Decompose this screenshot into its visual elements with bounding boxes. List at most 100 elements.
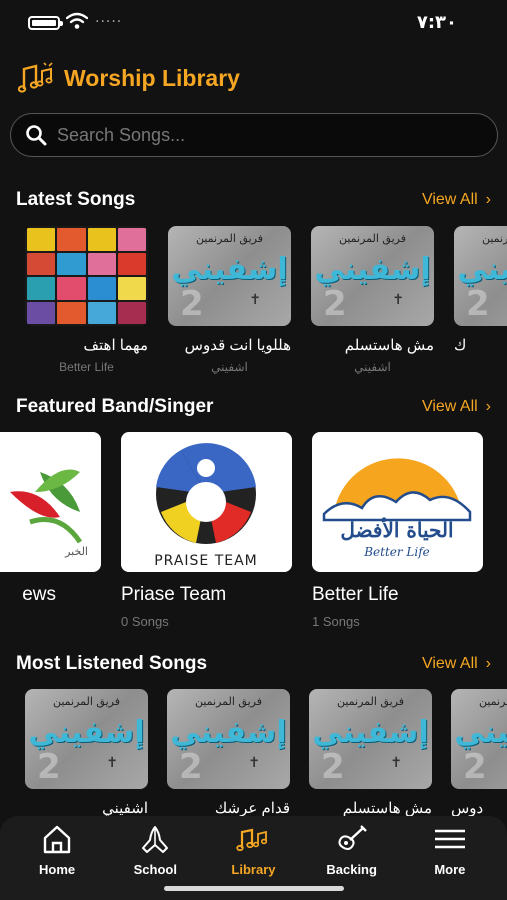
cross-icon: ✝ xyxy=(106,755,118,771)
band-card[interactable]: الحياة الأفضل Better Life Better Life 1 … xyxy=(312,432,483,629)
svg-text:الخبر: الخبر xyxy=(64,545,88,558)
cover-title-text: إشفيني xyxy=(28,715,145,750)
cover-title-text: إشفيني xyxy=(454,715,507,750)
cover-title-text: إشفيني xyxy=(457,252,507,287)
latest-songs-row[interactable]: مهما اهتف Better Life فريق المرنمين إشفي… xyxy=(0,226,507,376)
most-listened-header: Most Listened Songs View All › xyxy=(16,650,491,678)
cross-icon: ✝ xyxy=(248,755,260,771)
band-song-count: 1 Songs xyxy=(312,614,360,629)
better-life-logo-text: Better Life xyxy=(363,545,430,559)
featured-row[interactable]: الخبر ews PRAISE TEAM Priase Team 0 Song… xyxy=(0,432,507,632)
cover-top-text: فريق المرنمين xyxy=(478,695,507,708)
cover-top-text: فريق المرنمين xyxy=(195,232,263,245)
view-all-label: View All xyxy=(421,655,478,672)
search-input[interactable] xyxy=(57,114,497,156)
song-cover: فريق المرنمين إشفيني 2 xyxy=(454,226,507,326)
band-card[interactable]: الخبر ews xyxy=(0,432,101,606)
cover-number: 2 xyxy=(37,747,61,787)
song-cover: فريق المرنمين إشفيني 2 ✝ xyxy=(25,689,148,789)
search-bar[interactable] xyxy=(10,113,498,157)
nav-label: Home xyxy=(39,862,76,877)
most-listened-row[interactable]: فريق المرنمين إشفيني 2 ✝ اشفيني فريق الم… xyxy=(0,689,507,819)
view-all-label: View All xyxy=(421,191,478,208)
cover-number: 2 xyxy=(463,747,487,787)
song-card[interactable]: فريق المرنمين إشفيني 2 ✝ قدام عرشك xyxy=(167,689,290,819)
cover-title-text: إشفيني xyxy=(170,715,287,750)
latest-songs-header: Latest Songs View All › xyxy=(16,186,491,214)
song-card[interactable]: فريق المرنمين إشفيني 2 ✝ مش هاستسلم اشفي… xyxy=(311,226,434,374)
wifi-icon xyxy=(66,12,88,29)
status-time: ٧:٣٠ xyxy=(416,12,457,33)
song-cover xyxy=(25,226,148,326)
chevron-right-icon: › xyxy=(485,191,491,208)
cross-icon: ✝ xyxy=(390,755,402,771)
view-all-label: View All xyxy=(421,398,478,415)
song-title: ك xyxy=(454,337,467,354)
band-card[interactable]: PRAISE TEAM Priase Team 0 Songs xyxy=(121,432,292,629)
music-notes-icon xyxy=(236,828,268,852)
nav-label: More xyxy=(434,862,466,877)
song-cover: فريق المرنمين إشفيني 2 xyxy=(451,689,507,789)
app-title: Worship Library xyxy=(64,64,240,91)
section-title: Latest Songs xyxy=(16,189,136,210)
cover-number: 2 xyxy=(179,747,203,787)
song-card[interactable]: فريق المرنمين إشفيني 2 ✝ مش هاستسلم xyxy=(309,689,432,819)
news-logo-image: الخبر xyxy=(0,469,90,558)
carrier-signal: ..... xyxy=(95,10,123,26)
song-cover: فريق المرنمين إشفيني 2 ✝ xyxy=(311,226,434,326)
nav-home[interactable]: Home xyxy=(10,816,105,900)
nav-more[interactable]: More xyxy=(402,816,497,900)
song-subtitle: Better Life xyxy=(59,360,114,374)
song-title: هللويا انت قدوس xyxy=(184,337,291,354)
cover-top-text: فريق المرنمين xyxy=(481,232,507,245)
home-icon xyxy=(43,825,71,854)
cover-number: 2 xyxy=(180,284,204,324)
band-name: ews xyxy=(22,584,56,605)
nav-label: Library xyxy=(231,862,276,877)
status-bar: ..... ٧:٣٠ xyxy=(0,0,507,44)
chevron-right-icon: › xyxy=(485,655,491,672)
battery-icon xyxy=(28,16,63,30)
praise-team-logo-image: PRAISE TEAM xyxy=(121,443,292,572)
song-card[interactable]: فريق المرنمين إشفيني 2 دوس xyxy=(451,689,507,819)
nav-label: School xyxy=(133,862,177,877)
cover-top-text: فريق المرنمين xyxy=(336,695,404,708)
cover-number: 2 xyxy=(466,284,490,324)
cover-top-text: فريق المرنمين xyxy=(194,695,262,708)
cross-icon: ✝ xyxy=(392,292,404,308)
cover-top-text: فريق المرنمين xyxy=(52,695,120,708)
band-cover: الحياة الأفضل Better Life xyxy=(312,432,483,572)
nav-label: Backing xyxy=(326,862,377,877)
better-life-logo-image: الحياة الأفضل Better Life xyxy=(322,458,472,559)
song-card[interactable]: مهما اهتف Better Life xyxy=(25,226,148,374)
band-cover: الخبر xyxy=(0,432,101,572)
song-card[interactable]: فريق المرنمين إشفيني 2 ك xyxy=(454,226,507,356)
view-all-featured-button[interactable]: View All › xyxy=(422,398,491,416)
chevron-right-icon: › xyxy=(485,398,491,415)
view-all-latest-button[interactable]: View All › xyxy=(422,191,491,209)
cover-top-text: فريق المرنمين xyxy=(338,232,406,245)
praying-hands-icon xyxy=(142,826,169,853)
song-title: مهما اهتف xyxy=(83,337,149,354)
band-cover: PRAISE TEAM xyxy=(121,432,292,572)
search-icon xyxy=(26,125,47,146)
menu-icon xyxy=(434,829,465,849)
cover-title-text: إشفيني xyxy=(314,252,431,287)
cover-number: 2 xyxy=(323,284,347,324)
section-title: Featured Band/Singer xyxy=(16,396,214,417)
cross-icon: ✝ xyxy=(249,292,261,308)
song-card[interactable]: فريق المرنمين إشفيني 2 ✝ اشفيني xyxy=(25,689,148,819)
song-subtitle: اشفيني xyxy=(211,360,248,374)
view-all-most-listened-button[interactable]: View All › xyxy=(422,655,491,673)
band-name: Priase Team xyxy=(121,584,227,605)
praise-team-logo-text: PRAISE TEAM xyxy=(154,553,258,569)
cover-title-text: إشفيني xyxy=(171,252,288,287)
band-song-count: 0 Songs xyxy=(121,614,169,629)
band-name: Better Life xyxy=(312,584,399,605)
song-title: مش هاستسلم xyxy=(344,337,434,354)
app-header: Worship Library xyxy=(18,58,240,98)
featured-header: Featured Band/Singer View All › xyxy=(16,393,491,421)
song-cover: فريق المرنمين إشفيني 2 ✝ xyxy=(167,689,290,789)
guitar-icon xyxy=(338,825,367,850)
song-card[interactable]: فريق المرنمين إشفيني 2 ✝ هللويا انت قدوس… xyxy=(168,226,291,374)
